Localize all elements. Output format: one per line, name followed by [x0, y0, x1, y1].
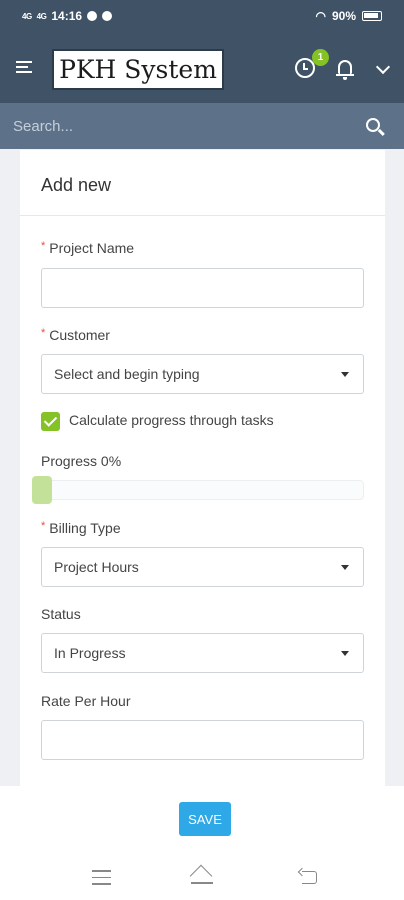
rate-per-hour-label: Rate Per Hour: [41, 693, 131, 709]
title-divider: [20, 215, 385, 216]
customer-select[interactable]: Select and begin typing: [41, 354, 364, 394]
progress-slider-handle[interactable]: [32, 476, 52, 504]
status-bar-right: ◠ 90%: [315, 9, 382, 23]
search-icon[interactable]: [366, 118, 380, 132]
customer-select-value: Select and begin typing: [54, 366, 200, 382]
form-title: Add new: [41, 175, 112, 195]
bell-icon[interactable]: [336, 60, 354, 80]
calculate-progress-checkbox[interactable]: [41, 412, 60, 431]
form-footer: SAVE: [0, 786, 404, 900]
chevron-down-icon[interactable]: [375, 59, 391, 75]
caret-down-icon: [341, 651, 349, 656]
app-header: PKH System 1: [0, 34, 404, 103]
billing-type-select[interactable]: Project Hours: [41, 547, 364, 587]
signal-2-icon: 4G: [36, 11, 47, 21]
status-bar: 4G 4G 14:16 ◠ 90%: [0, 0, 404, 34]
caret-down-icon: [341, 372, 349, 377]
check-circle-icon: [87, 11, 98, 21]
progress-label: Progress 0%: [41, 453, 122, 469]
nav-menu-icon[interactable]: [92, 870, 111, 885]
wifi-icon: ◠: [315, 9, 326, 23]
status-label: Status: [41, 606, 81, 622]
progress-slider[interactable]: [41, 480, 364, 500]
search-bar: [0, 103, 404, 149]
battery-percent: 90%: [331, 9, 356, 23]
status-bar-left: 4G 4G 14:16: [22, 9, 113, 23]
battery-icon: [362, 11, 382, 21]
status-time: 14:16: [51, 9, 83, 23]
chat-icon: [102, 11, 113, 21]
required-marker: *: [41, 327, 46, 339]
calculate-progress-label: Calculate progress through tasks: [69, 412, 274, 428]
nav-home-icon[interactable]: [189, 866, 215, 888]
signal-1-icon: 4G: [22, 11, 32, 21]
save-button[interactable]: SAVE: [179, 802, 231, 836]
customer-label: * Customer: [41, 327, 110, 343]
project-name-label: * Project Name: [41, 240, 135, 256]
app-logo[interactable]: PKH System: [52, 49, 224, 90]
rate-per-hour-input[interactable]: [41, 720, 364, 760]
menu-icon[interactable]: [16, 61, 32, 75]
status-value: In Progress: [54, 645, 126, 661]
add-project-form: Add new * Project Name * Customer Select a…: [20, 150, 385, 786]
required-marker: *: [41, 240, 46, 252]
notification-badge: 1: [312, 49, 329, 66]
required-marker: *: [41, 520, 46, 532]
billing-type-value: Project Hours: [54, 559, 139, 575]
status-select[interactable]: In Progress: [41, 633, 364, 673]
billing-type-label: * Billing Type: [41, 520, 121, 536]
search-input[interactable]: [13, 113, 343, 139]
nav-back-icon[interactable]: [298, 869, 318, 885]
project-name-input[interactable]: [41, 268, 364, 308]
caret-down-icon: [341, 565, 349, 570]
